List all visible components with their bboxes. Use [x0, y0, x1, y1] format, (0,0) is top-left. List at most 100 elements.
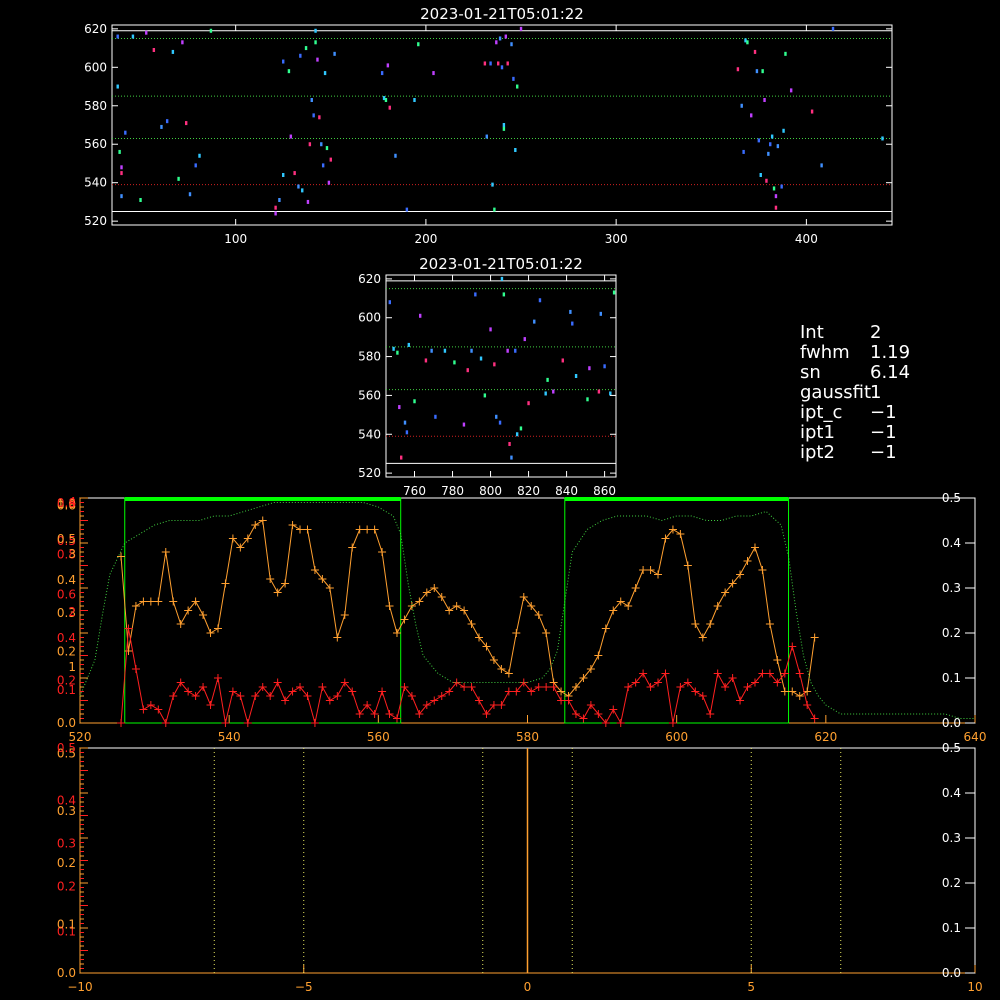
data-point: [750, 113, 753, 118]
orange-series-marker: [504, 669, 513, 678]
red-series-marker: [564, 696, 573, 705]
data-point: [502, 126, 506, 131]
data-point: [516, 84, 519, 89]
x-tick-label: 800: [479, 484, 502, 498]
info-key: sn: [800, 362, 821, 383]
orange-series-marker: [169, 597, 178, 606]
data-point: [310, 98, 313, 102]
orange-series-marker: [683, 561, 692, 570]
data-point: [510, 42, 513, 47]
data-point: [753, 49, 757, 54]
red-series-marker: [676, 683, 685, 691]
info-row: ipt_c −1: [800, 403, 910, 423]
orange-series-marker: [810, 633, 819, 642]
red-series-marker: [557, 696, 566, 705]
red-series-marker: [169, 692, 178, 700]
data-point: [780, 184, 783, 189]
data-point: [810, 109, 814, 114]
x-tick-label: 200: [414, 232, 437, 246]
orange-series-marker: [385, 602, 394, 610]
orange-series-marker: [452, 602, 461, 610]
red-series-marker: [206, 701, 215, 709]
y-tick-label: 580: [84, 99, 107, 113]
data-point: [483, 61, 487, 66]
red-series-marker: [668, 719, 677, 727]
data-point: [474, 292, 477, 297]
info-value: 1: [870, 382, 882, 403]
red-series-marker: [475, 696, 484, 705]
data-point: [160, 124, 163, 129]
red-series-marker: [713, 669, 722, 678]
data-point: [746, 40, 749, 45]
y-tick-label: 520: [358, 466, 381, 480]
orange-series-marker: [624, 602, 633, 610]
data-point: [392, 346, 395, 351]
data-point: [314, 40, 317, 45]
right-tick-label: 0.5: [942, 491, 961, 505]
x-tick-label: 640: [964, 730, 987, 744]
orange-series-marker: [698, 633, 707, 642]
info-key: ipt2: [800, 442, 835, 463]
data-point: [398, 405, 401, 410]
orange-series-marker: [743, 557, 752, 565]
data-point: [462, 422, 466, 427]
red-series-marker: [333, 692, 342, 700]
data-point: [177, 176, 180, 181]
orange-series-marker: [758, 566, 767, 574]
red-series-line: [120, 628, 816, 725]
data-point: [424, 358, 428, 363]
data-point: [327, 180, 331, 185]
data-point: [430, 348, 433, 353]
x-tick-label: 780: [441, 484, 464, 498]
data-point: [131, 34, 135, 39]
data-point: [312, 113, 315, 118]
data-point: [603, 364, 606, 369]
red-series-marker: [542, 683, 551, 691]
orange-series-marker: [407, 602, 416, 610]
red-series-marker: [698, 692, 707, 700]
red-series-marker: [273, 678, 282, 687]
red-series-marker: [385, 710, 394, 718]
data-point: [384, 98, 388, 102]
info-key: Int: [800, 322, 824, 343]
x-tick-label: −5: [295, 980, 313, 994]
data-point: [485, 134, 488, 139]
info-row: ipt2 −1: [800, 443, 910, 463]
red-series-marker: [146, 701, 155, 709]
data-point: [405, 207, 409, 212]
data-point: [599, 311, 602, 316]
fit-info-box: Int 2 fwhm 1.19 sn 6.14 gaussfit 1 ipt_c −1 ipt1 −1…: [800, 323, 910, 463]
y-tick-label: 600: [358, 311, 381, 325]
red-series-marker: [392, 714, 401, 723]
data-point: [502, 123, 506, 127]
right-tick-label: 0.5: [942, 741, 961, 755]
data-point: [443, 348, 447, 353]
data-point: [299, 53, 302, 58]
data-point: [561, 358, 564, 363]
y-tick-label: 560: [358, 388, 381, 402]
data-point: [493, 362, 496, 367]
data-point: [784, 51, 787, 56]
data-point: [325, 146, 329, 151]
data-point: [388, 300, 392, 305]
data-point: [776, 144, 780, 149]
red-series-marker: [325, 696, 334, 705]
data-point: [502, 292, 506, 297]
data-point: [184, 121, 188, 126]
data-point: [407, 342, 411, 347]
data-point: [498, 36, 502, 41]
info-value: 2: [870, 322, 882, 343]
x-tick-label: 540: [218, 730, 241, 744]
data-point: [546, 377, 549, 382]
plot-frame: [385, 274, 617, 478]
info-value: 6.14: [870, 362, 911, 383]
right-tick-label: 0.1: [942, 921, 961, 935]
red-series-marker: [571, 710, 580, 718]
data-point: [514, 348, 517, 353]
red-series-marker: [743, 683, 752, 691]
orange-series-marker: [467, 620, 476, 628]
data-point: [508, 441, 511, 446]
red-series-marker: [139, 705, 148, 714]
orange-series-marker: [363, 525, 372, 534]
left-axis-label: 0.5: [57, 532, 76, 546]
